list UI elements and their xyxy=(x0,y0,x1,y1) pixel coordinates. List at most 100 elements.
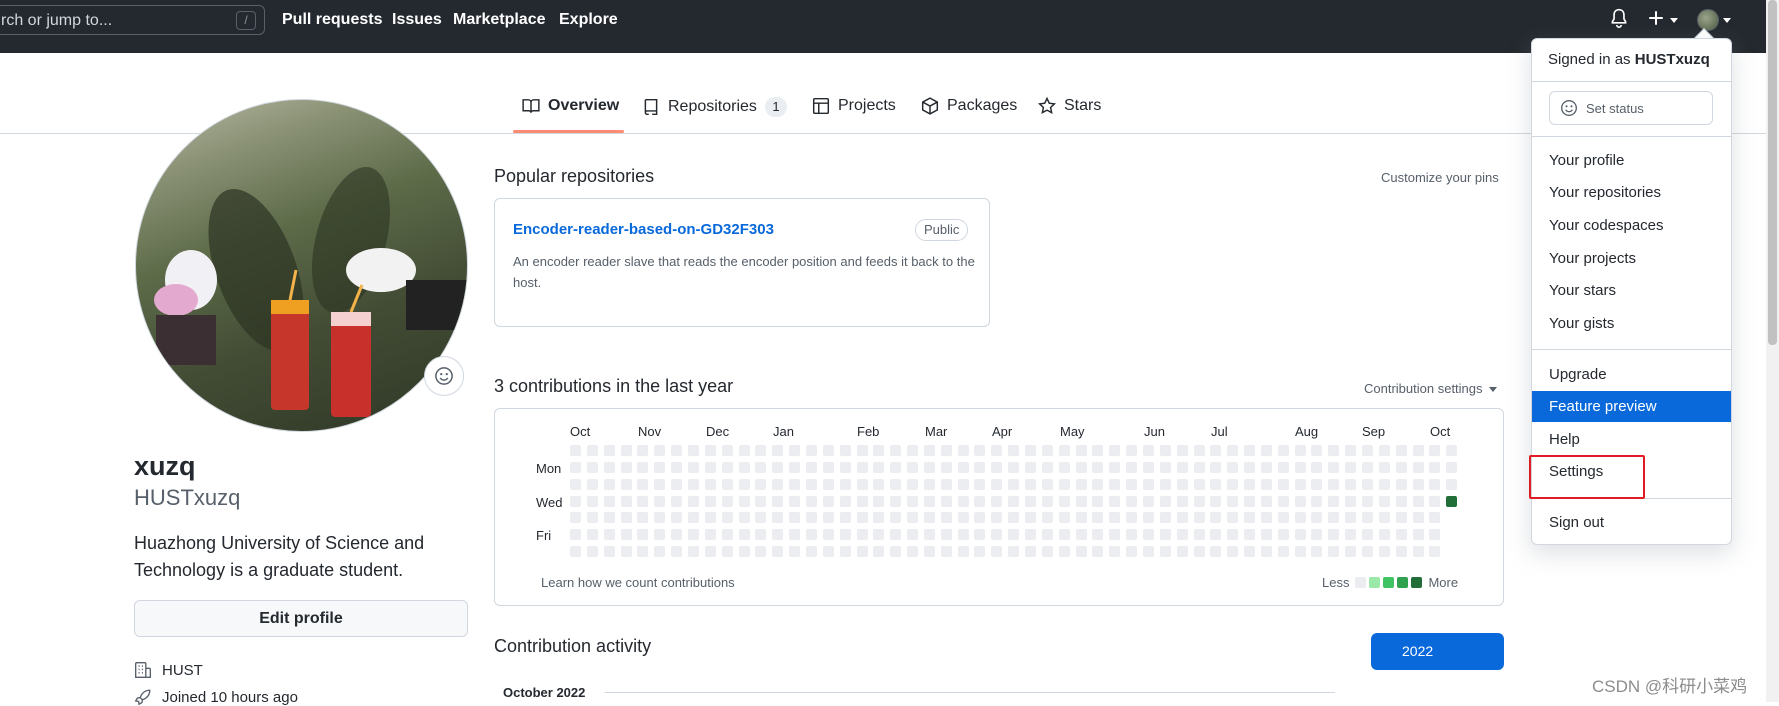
contribution-day-cell[interactable] xyxy=(654,461,666,473)
nav-explore[interactable]: Explore xyxy=(559,11,618,29)
contribution-day-cell[interactable] xyxy=(704,495,716,507)
contribution-day-cell[interactable] xyxy=(805,529,817,541)
contribution-day-cell[interactable] xyxy=(1345,478,1357,490)
menu-feature-preview[interactable]: Feature preview xyxy=(1532,391,1731,422)
contribution-day-cell[interactable] xyxy=(1345,512,1357,524)
contribution-day-cell[interactable] xyxy=(1142,546,1154,558)
contribution-day-cell[interactable] xyxy=(1227,512,1239,524)
contribution-day-cell[interactable] xyxy=(1193,529,1205,541)
contribution-day-cell[interactable] xyxy=(1345,445,1357,456)
contribution-day-cell[interactable] xyxy=(991,529,1003,541)
contribution-day-cell[interactable] xyxy=(1092,495,1104,507)
contribution-day-cell[interactable] xyxy=(1041,461,1053,473)
contribution-day-cell[interactable] xyxy=(1362,445,1373,456)
contribution-day-cell[interactable] xyxy=(805,546,817,558)
contribution-day-cell[interactable] xyxy=(1075,445,1087,456)
nav-issues[interactable]: Issues xyxy=(392,11,442,29)
contribution-day-cell[interactable] xyxy=(1176,546,1188,558)
contribution-day-cell[interactable] xyxy=(856,529,868,541)
contribution-day-cell[interactable] xyxy=(1193,461,1205,473)
contribution-day-cell[interactable] xyxy=(789,529,800,541)
contribution-day-cell[interactable] xyxy=(637,529,649,541)
contribution-day-cell[interactable] xyxy=(974,495,986,507)
contribution-day-cell[interactable] xyxy=(1277,512,1289,524)
contribution-day-cell[interactable] xyxy=(1260,445,1272,456)
contribution-day-cell[interactable] xyxy=(1210,546,1222,558)
contribution-day-cell[interactable] xyxy=(603,461,615,473)
contribution-day-cell[interactable] xyxy=(890,461,902,473)
contribution-day-cell[interactable] xyxy=(1378,445,1390,456)
contribution-day-cell[interactable] xyxy=(1362,512,1373,524)
contribution-day-cell[interactable] xyxy=(1075,546,1087,558)
contribution-day-cell[interactable] xyxy=(620,445,632,456)
contribution-day-cell[interactable] xyxy=(1429,546,1441,558)
contribution-day-cell[interactable] xyxy=(1244,461,1255,473)
contribution-day-cell[interactable] xyxy=(1008,529,1020,541)
contribution-day-cell[interactable] xyxy=(839,512,851,524)
contribution-day-cell[interactable] xyxy=(1395,512,1407,524)
contribution-day-cell[interactable] xyxy=(856,512,868,524)
contribution-day-cell[interactable] xyxy=(620,512,632,524)
contribution-day-cell[interactable] xyxy=(822,512,834,524)
contribution-day-cell[interactable] xyxy=(586,461,598,473)
contribution-day-cell[interactable] xyxy=(603,478,615,490)
contribution-day-cell[interactable] xyxy=(1395,546,1407,558)
contribution-day-cell[interactable] xyxy=(1362,478,1373,490)
contribution-day-cell[interactable] xyxy=(957,461,969,473)
contribution-day-cell[interactable] xyxy=(1227,445,1239,456)
contribution-day-cell[interactable] xyxy=(755,529,767,541)
contribution-day-cell[interactable] xyxy=(923,495,935,507)
contribution-day-cell[interactable] xyxy=(688,445,699,456)
contribution-day-cell[interactable] xyxy=(654,445,666,456)
contribution-day-cell[interactable] xyxy=(620,478,632,490)
contribution-day-cell[interactable] xyxy=(1227,529,1239,541)
contribution-day-cell[interactable] xyxy=(1328,512,1340,524)
contribution-day-cell[interactable] xyxy=(1311,512,1323,524)
contribution-day-cell[interactable] xyxy=(1142,495,1154,507)
contribution-day-cell[interactable] xyxy=(856,478,868,490)
contribution-day-cell[interactable] xyxy=(907,478,918,490)
customize-pins-link[interactable]: Customize your pins xyxy=(1381,170,1499,185)
contribution-day-cell[interactable] xyxy=(772,512,784,524)
contribution-day-cell[interactable] xyxy=(721,461,733,473)
contribution-day-cell[interactable] xyxy=(789,445,800,456)
contribution-day-cell[interactable] xyxy=(1109,546,1121,558)
contribution-day-cell[interactable] xyxy=(822,478,834,490)
tab-projects[interactable]: Projects xyxy=(812,97,896,115)
contribution-day-cell[interactable] xyxy=(1244,445,1255,456)
contribution-day-cell[interactable] xyxy=(755,478,767,490)
contribution-day-cell[interactable] xyxy=(1159,445,1171,456)
contribution-day-cell[interactable] xyxy=(688,478,699,490)
contribution-day-cell[interactable] xyxy=(822,546,834,558)
contribution-day-cell[interactable] xyxy=(1260,478,1272,490)
contribution-day-cell[interactable] xyxy=(1058,445,1070,456)
contribution-day-cell[interactable] xyxy=(1328,546,1340,558)
contribution-day-cell[interactable] xyxy=(671,546,683,558)
contribution-day-cell[interactable] xyxy=(1126,478,1138,490)
contribution-day-cell[interactable] xyxy=(974,461,986,473)
contribution-day-cell[interactable] xyxy=(1446,495,1458,507)
contribution-day-cell[interactable] xyxy=(1142,478,1154,490)
contribution-day-cell[interactable] xyxy=(1294,546,1306,558)
contribution-day-cell[interactable] xyxy=(1412,478,1424,490)
nav-marketplace[interactable]: Marketplace xyxy=(453,11,546,29)
contribution-day-cell[interactable] xyxy=(923,478,935,490)
contribution-day-cell[interactable] xyxy=(907,461,918,473)
contribution-day-cell[interactable] xyxy=(1159,461,1171,473)
contribution-day-cell[interactable] xyxy=(1008,495,1020,507)
contribution-day-cell[interactable] xyxy=(1210,529,1222,541)
contribution-day-cell[interactable] xyxy=(1041,445,1053,456)
contribution-day-cell[interactable] xyxy=(940,495,952,507)
contribution-day-cell[interactable] xyxy=(688,529,699,541)
contribution-day-cell[interactable] xyxy=(1378,512,1390,524)
contribution-day-cell[interactable] xyxy=(671,512,683,524)
contribution-day-cell[interactable] xyxy=(671,529,683,541)
contribution-day-cell[interactable] xyxy=(570,546,581,558)
contribution-day-cell[interactable] xyxy=(789,478,800,490)
contribution-day-cell[interactable] xyxy=(822,495,834,507)
contribution-day-cell[interactable] xyxy=(721,529,733,541)
contribution-day-cell[interactable] xyxy=(890,478,902,490)
learn-contributions-link[interactable]: Learn how we count contributions xyxy=(541,575,735,590)
contribution-day-cell[interactable] xyxy=(1008,546,1020,558)
contribution-day-cell[interactable] xyxy=(873,478,885,490)
